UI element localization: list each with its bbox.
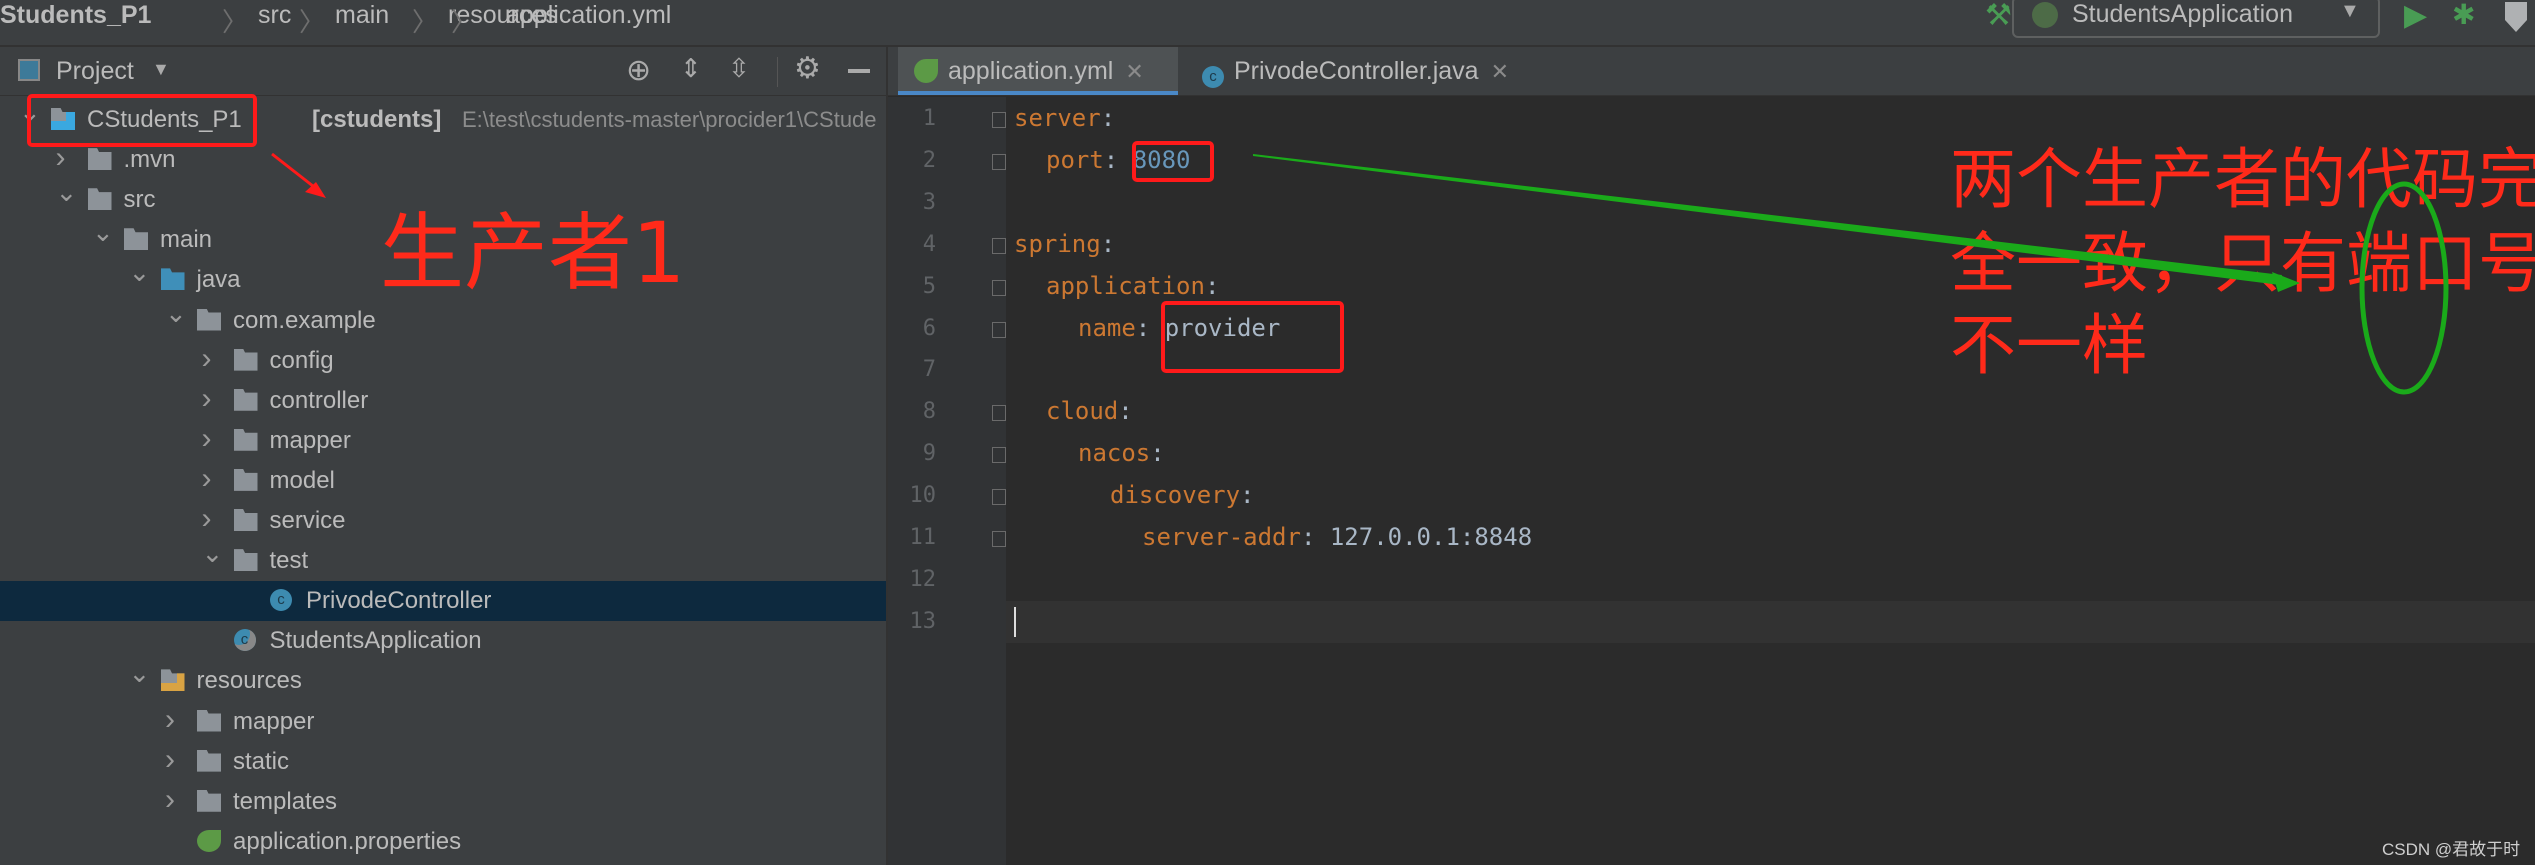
watermark: CSDN @君故于时 <box>2382 840 2521 859</box>
green-arrowhead <box>2272 272 2300 292</box>
green-ellipse <box>2359 181 2449 395</box>
red-arrow <box>271 152 319 192</box>
green-arrow <box>1253 154 2282 285</box>
annotation-overlay <box>271 152 2449 395</box>
red-arrowhead <box>305 182 326 198</box>
